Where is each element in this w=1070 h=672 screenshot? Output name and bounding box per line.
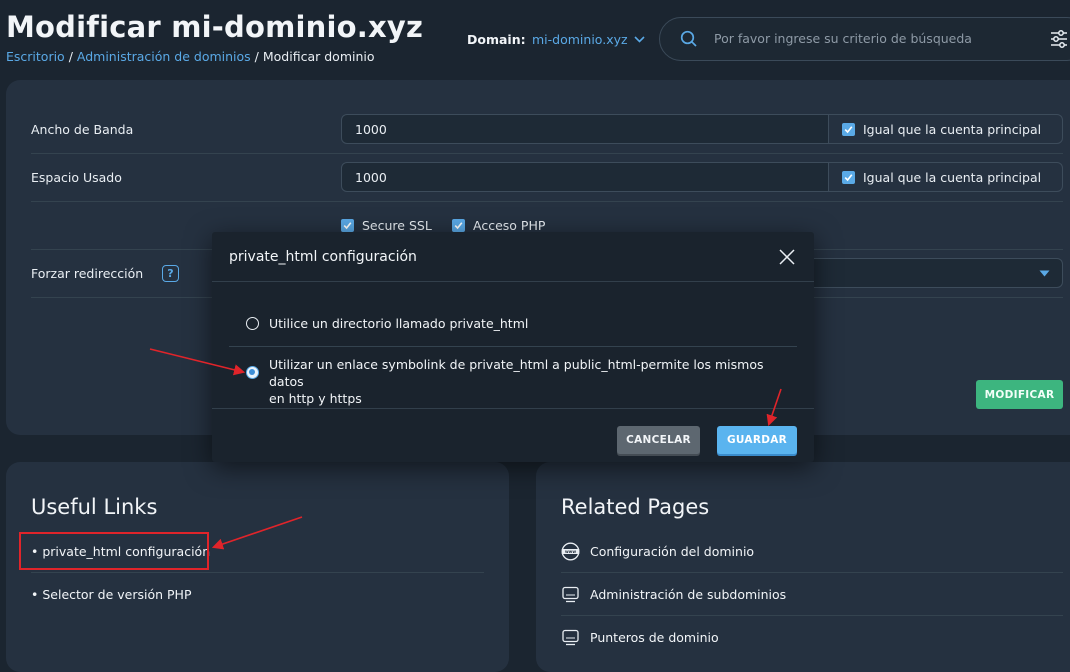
arrow-to-save-button (766, 388, 782, 427)
annotation-arrows (149, 348, 782, 550)
arrow-to-private-html-link (211, 516, 303, 550)
arrow-to-symlink-option (149, 348, 246, 376)
